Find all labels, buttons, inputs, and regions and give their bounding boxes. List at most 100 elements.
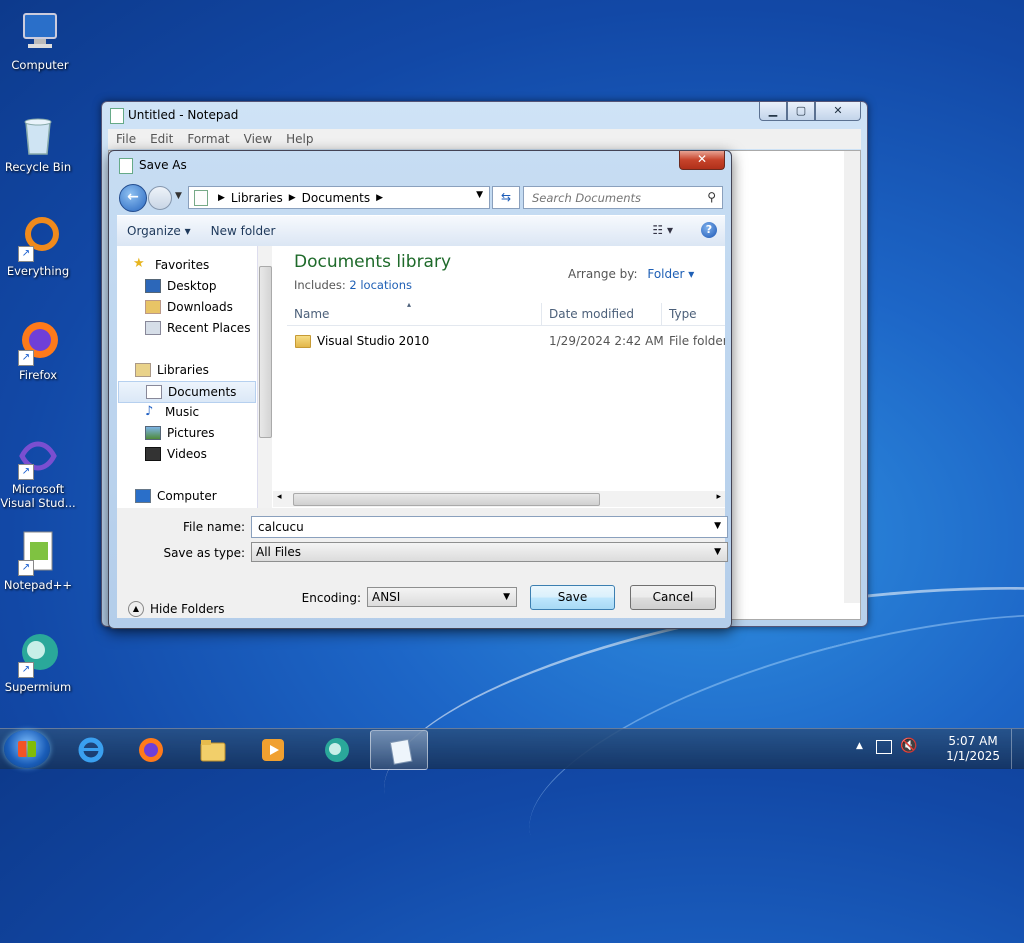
arrange-by: Arrange by: Folder ▾ <box>568 267 694 281</box>
locations-link[interactable]: 2 locations <box>349 278 412 292</box>
column-date-modified[interactable]: Date modified <box>549 307 634 321</box>
horizontal-scrollbar[interactable]: ◂ ▸ <box>273 491 725 507</box>
desktop-icon-label: Everything <box>6 264 70 278</box>
taskbar-notepad[interactable] <box>370 730 428 770</box>
menu-edit[interactable]: Edit <box>150 132 173 146</box>
taskbar-supermium[interactable] <box>308 730 364 768</box>
desktop-icon-notepad-plus-plus[interactable]: ↗ Notepad++ <box>0 528 76 592</box>
back-arrow-icon[interactable]: ← <box>119 184 147 212</box>
scroll-left-icon[interactable]: ◂ <box>277 492 282 502</box>
forward-arrow-icon[interactable] <box>148 186 172 210</box>
nav-label: Libraries <box>157 363 209 377</box>
notepad-window-controls: ▁ ▢ ✕ <box>759 102 861 121</box>
shortcut-arrow-icon: ↗ <box>18 662 34 678</box>
supermium-icon: ↗ <box>14 630 62 678</box>
taskbar-internet-explorer[interactable] <box>62 730 118 768</box>
menu-format[interactable]: Format <box>187 132 229 146</box>
cancel-button[interactable]: Cancel <box>630 585 716 610</box>
column-divider[interactable] <box>661 303 662 325</box>
desktop-icon-computer[interactable]: Computer <box>2 8 78 72</box>
column-type[interactable]: Type <box>669 307 697 321</box>
column-divider[interactable] <box>541 303 542 325</box>
show-hidden-icons-icon[interactable]: ▲ <box>856 741 863 751</box>
clock[interactable]: 5:07 AM 1/1/2025 <box>946 734 1000 764</box>
refresh-icon[interactable]: ⇆ <box>492 186 520 209</box>
music-note-icon: ♪ <box>145 404 154 419</box>
nav-label: Recent Places <box>167 321 251 335</box>
maximize-button[interactable]: ▢ <box>787 102 815 121</box>
chevron-down-icon: ▾ <box>184 224 191 238</box>
search-input[interactable] <box>530 188 704 208</box>
notepad-plus-plus-icon: ↗ <box>14 528 62 576</box>
file-name-combobox[interactable]: ▼ <box>251 516 728 538</box>
menu-help[interactable]: Help <box>286 132 313 146</box>
downloads-folder-icon <box>145 300 161 314</box>
column-name[interactable]: Name <box>294 307 329 321</box>
navigation-pane: ★ Favorites Desktop Downloads Recent Pla… <box>117 246 258 508</box>
list-item[interactable]: Visual Studio 2010 1/29/2024 2:42 AM Fil… <box>287 332 725 352</box>
vertical-scrollbar[interactable] <box>844 151 860 603</box>
desktop-icon-everything[interactable]: ↗ Everything <box>0 214 76 278</box>
windows-logo-icon <box>18 741 36 757</box>
desktop-icon-visual-studio[interactable]: ↗ Microsoft Visual Stud... <box>0 432 76 510</box>
network-icon[interactable] <box>876 740 892 754</box>
arrange-by-dropdown[interactable]: Folder ▾ <box>647 267 694 281</box>
scroll-right-icon[interactable]: ▸ <box>716 492 721 502</box>
recycle-bin-icon <box>14 110 62 158</box>
taskbar-file-explorer[interactable] <box>184 730 240 768</box>
address-bar[interactable]: ▶ Libraries ▶ Documents ▶ ▼ <box>188 186 490 209</box>
change-view-icon[interactable]: ☷ ▾ <box>652 223 673 237</box>
dialog-close-button[interactable]: ✕ <box>679 151 725 170</box>
chevron-down-icon[interactable]: ▼ <box>714 521 721 531</box>
nav-label: Music <box>165 405 200 419</box>
address-dropdown-icon[interactable]: ▼ <box>476 190 483 200</box>
start-button[interactable] <box>4 730 50 768</box>
nav-label: Downloads <box>167 300 233 314</box>
save-as-type-label: Save as type: <box>163 546 245 560</box>
desktop-icon-supermium[interactable]: ↗ Supermium <box>0 630 76 694</box>
breadcrumb-chevron-icon[interactable]: ▶ <box>289 193 296 203</box>
desktop-icon-recycle-bin[interactable]: Recycle Bin <box>0 110 76 174</box>
nav-item-favorites[interactable]: ★ Favorites <box>133 255 271 275</box>
library-includes: Includes: 2 locations <box>294 278 412 292</box>
desktop-icon-firefox[interactable]: ↗ Firefox <box>0 318 76 382</box>
recent-locations-dropdown-icon[interactable]: ▼ <box>175 191 182 201</box>
navigation-scrollbar[interactable] <box>258 246 272 508</box>
scrollbar-thumb[interactable] <box>259 266 272 438</box>
breadcrumb-libraries[interactable]: Libraries <box>231 191 283 205</box>
menu-view[interactable]: View <box>244 132 272 146</box>
close-button[interactable]: ✕ <box>815 102 861 121</box>
scrollbar-thumb[interactable] <box>293 493 600 506</box>
breadcrumb-chevron-icon[interactable]: ▶ <box>376 193 383 203</box>
videos-icon <box>145 447 161 461</box>
nav-label: Pictures <box>167 426 215 440</box>
save-button[interactable]: Save <box>530 585 615 610</box>
library-title: Documents library <box>294 252 452 272</box>
item-type: File folder <box>669 334 725 348</box>
nav-item-documents[interactable]: Documents <box>118 381 256 403</box>
new-folder-button[interactable]: New folder <box>201 224 286 238</box>
item-name: Visual Studio 2010 <box>317 334 430 348</box>
minimize-button[interactable]: ▁ <box>759 102 787 121</box>
file-name-label: File name: <box>183 520 245 534</box>
nav-item-libraries[interactable]: Libraries <box>135 360 273 380</box>
organize-button[interactable]: Organize ▾ <box>117 224 201 238</box>
help-icon[interactable]: ? <box>701 222 717 238</box>
breadcrumb-documents[interactable]: Documents <box>302 191 370 205</box>
search-icon[interactable]: ⚲ <box>707 190 716 204</box>
file-name-input[interactable] <box>256 517 697 537</box>
show-desktop-button[interactable] <box>1011 729 1024 769</box>
save-as-type-select[interactable]: All Files ▼ <box>251 542 728 562</box>
taskbar-firefox[interactable] <box>122 730 178 768</box>
menu-file[interactable]: File <box>116 132 136 146</box>
speaker-muted-icon[interactable]: 🔇 <box>900 738 917 754</box>
search-box[interactable]: ⚲ <box>523 186 723 209</box>
breadcrumb-chevron-icon[interactable]: ▶ <box>218 193 225 203</box>
hide-folders-button[interactable]: ▲ Hide Folders <box>128 601 225 617</box>
notepad-icon <box>110 108 124 124</box>
taskbar-media-player[interactable] <box>244 730 300 768</box>
encoding-select[interactable]: ANSI ▼ <box>367 587 517 607</box>
nav-item-computer[interactable]: Computer <box>135 486 273 506</box>
save-as-dialog[interactable]: Save As ✕ ← ▼ ▶ Libraries ▶ Documents ▶ … <box>108 150 732 629</box>
clock-time: 5:07 AM <box>948 734 998 748</box>
